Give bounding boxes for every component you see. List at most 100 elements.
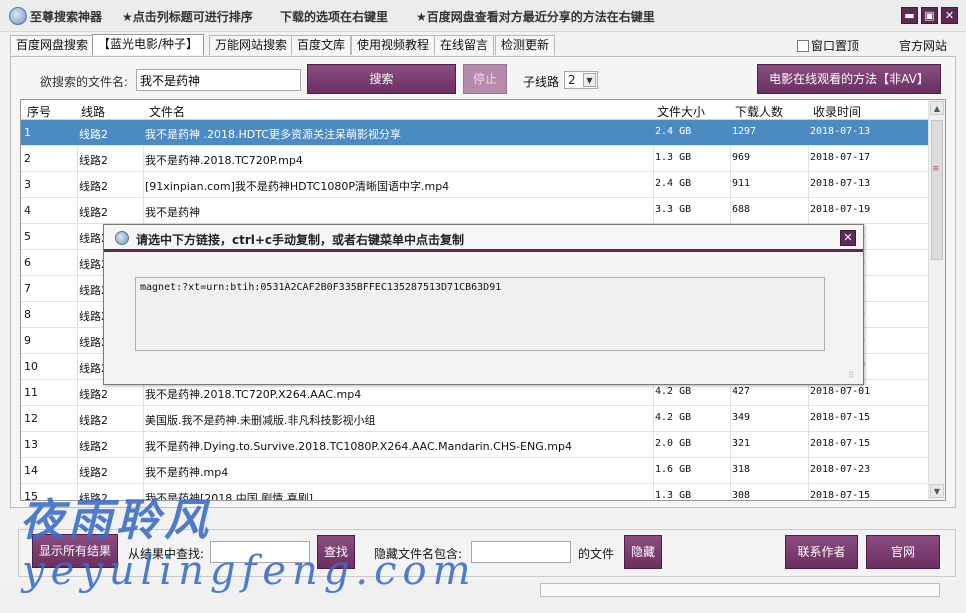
dialog-logo-icon (115, 231, 129, 245)
close-button[interactable]: ✕ (941, 7, 958, 24)
tab-check-update[interactable]: 检测更新 (495, 35, 556, 55)
row-date: 2018-07-17 (810, 152, 871, 163)
row-index: 14 (24, 464, 38, 477)
table-row[interactable]: 4 线路2 我不是药神 3.3 GB 688 2018-07-19 (21, 198, 929, 224)
title-bar: 至尊搜索神器 ★点击列标题可进行排序 下载的选项在右键里 ★百度网盘查看对方最近… (0, 0, 966, 32)
hide-filter-suffix: 的文件 (578, 547, 615, 561)
find-in-results-input[interactable] (210, 541, 310, 563)
app-title: 至尊搜索神器 (30, 10, 103, 24)
official-site-button[interactable]: 官网 (866, 535, 940, 569)
column-header-filename[interactable]: 文件名 (149, 103, 185, 120)
row-date: 2018-07-13 (810, 126, 871, 137)
online-watch-button[interactable]: 电影在线观看的方法【非AV】 (757, 64, 941, 94)
resize-grip-icon[interactable]: ⠿ (848, 371, 854, 380)
row-line: 线路2 (79, 440, 108, 453)
row-index: 9 (24, 334, 31, 347)
table-row[interactable]: 2 线路2 我不是药神.2018.TC720P.mp4 1.3 GB 969 2… (21, 146, 929, 172)
copy-link-dialog: 请选中下方链接，ctrl+c手动复制，或者右键菜单中点击复制 ✕ magnet:… (103, 224, 864, 385)
subline-select[interactable]: 2 ▼ (564, 71, 598, 89)
row-size: 2.0 GB (655, 438, 692, 449)
column-header-index[interactable]: 序号 (27, 103, 51, 120)
row-index: 11 (24, 386, 38, 399)
table-row[interactable]: 15 线路2 我不是药神[2018 中国 剧情 喜剧] 1.3 GB 308 2… (21, 484, 929, 501)
show-all-results-button[interactable]: 显示所有结果 (32, 534, 118, 568)
tab-online-message[interactable]: 在线留言 (434, 35, 495, 55)
row-downloads: 1297 (732, 126, 757, 137)
baidu-hint: ★百度网盘查看对方最近分享的方法在右键里 (416, 10, 655, 24)
tab-baidu-pan-search[interactable]: 百度网盘搜索 (10, 35, 95, 55)
chevron-down-icon[interactable]: ▼ (583, 73, 596, 87)
stop-button[interactable]: 停止 (463, 64, 507, 94)
tab-bluray-torrent[interactable]: 【蓝光电影/种子】 (92, 34, 205, 55)
row-size: 2.4 GB (655, 178, 692, 189)
column-header-date[interactable]: 收录时间 (813, 103, 861, 120)
magnet-link-textbox[interactable]: magnet:?xt=urn:btih:0531A2CAF2B0F335BFFE… (135, 277, 825, 351)
row-filename: 我不是药神.2018.TC720P.X264.AAC.mp4 (145, 388, 362, 401)
row-line: 线路2 (79, 466, 108, 479)
subline-label: 子线路 (523, 75, 560, 89)
row-downloads: 318 (732, 464, 751, 475)
scroll-up-icon[interactable]: ▲ (930, 101, 944, 115)
right-click-hint: 下载的选项在右键里 (280, 10, 389, 24)
row-downloads: 911 (732, 178, 751, 189)
search-input[interactable]: 我不是药神 (136, 69, 301, 91)
row-downloads: 349 (732, 412, 751, 423)
row-index: 4 (24, 204, 31, 217)
row-index: 13 (24, 438, 38, 451)
table-row[interactable]: 3 线路2 [91xinpian.com]我不是药神HDTC1080P清晰国语中… (21, 172, 929, 198)
minimize-button[interactable]: ▬ (901, 7, 918, 24)
table-row[interactable]: 1 线路2 我不是药神 .2018.HDTC更多资源关注呆萌影视分享 2.4 G… (21, 120, 929, 146)
row-downloads: 688 (732, 204, 751, 215)
table-row[interactable]: 12 线路2 美国版.我不是药神.未删减版.非凡科技影视小组 4.2 GB 34… (21, 406, 929, 432)
row-line: 线路2 (79, 128, 108, 141)
row-index: 7 (24, 282, 31, 295)
scroll-thumb[interactable] (931, 120, 943, 260)
row-index: 15 (24, 490, 38, 501)
tab-video-tutorial[interactable]: 使用视频教程 (351, 35, 436, 55)
dialog-close-icon[interactable]: ✕ (840, 230, 856, 246)
row-filename: 我不是药神.Dying.to.Survive.2018.TC1080P.X264… (145, 440, 572, 453)
table-scrollbar[interactable]: ▲ ≡ ▼ (928, 100, 945, 500)
row-date: 2018-07-01 (810, 386, 871, 397)
stay-on-top-toggle[interactable]: 窗口置顶 (797, 37, 859, 54)
row-index: 1 (24, 126, 31, 139)
contact-author-button[interactable]: 联系作者 (785, 535, 858, 569)
row-index: 12 (24, 412, 38, 425)
row-downloads: 427 (732, 386, 751, 397)
column-header-downloads[interactable]: 下载人数 (735, 103, 783, 120)
row-index: 2 (24, 152, 31, 165)
row-line: 线路2 (79, 492, 108, 501)
row-filename: 美国版.我不是药神.未删减版.非凡科技影视小组 (145, 414, 376, 427)
scroll-down-icon[interactable]: ▼ (930, 484, 944, 498)
row-index: 3 (24, 178, 31, 191)
hide-filter-label: 隐藏文件名包含: (374, 547, 463, 561)
maximize-button[interactable]: ▣ (921, 7, 938, 24)
row-date: 2018-07-15 (810, 490, 871, 501)
hide-button[interactable]: 隐藏 (624, 535, 662, 569)
row-downloads: 969 (732, 152, 751, 163)
find-in-results-label: 从结果中查找: (128, 547, 205, 561)
scroll-grip-icon: ≡ (932, 164, 940, 174)
column-header-size[interactable]: 文件大小 (657, 103, 705, 120)
row-filename: 我不是药神[2018 中国 剧情 喜剧] (145, 492, 314, 501)
row-size: 2.4 GB (655, 126, 692, 137)
row-size: 3.3 GB (655, 204, 692, 215)
hide-filter-input[interactable] (471, 541, 571, 563)
row-size: 1.3 GB (655, 152, 692, 163)
tab-universal-site-search[interactable]: 万能网站搜索 (209, 35, 294, 55)
search-button[interactable]: 搜索 (307, 64, 456, 94)
row-index: 8 (24, 308, 31, 321)
row-index: 6 (24, 256, 31, 269)
row-date: 2018-07-23 (810, 464, 871, 475)
tab-baidu-wenku[interactable]: 百度文库 (291, 35, 352, 55)
column-header-line[interactable]: 线路 (81, 103, 105, 120)
row-filename: 我不是药神 .2018.HDTC更多资源关注呆萌影视分享 (145, 128, 401, 141)
official-site-link[interactable]: 官方网站 (899, 37, 947, 54)
find-button[interactable]: 查找 (317, 535, 355, 569)
row-index: 5 (24, 230, 31, 243)
table-row[interactable]: 14 线路2 我不是药神.mp4 1.6 GB 318 2018-07-23 (21, 458, 929, 484)
search-label: 欲搜索的文件名: (40, 75, 129, 89)
stay-on-top-checkbox[interactable] (797, 40, 809, 52)
row-filename: 我不是药神 (145, 206, 200, 219)
table-row[interactable]: 13 线路2 我不是药神.Dying.to.Survive.2018.TC108… (21, 432, 929, 458)
